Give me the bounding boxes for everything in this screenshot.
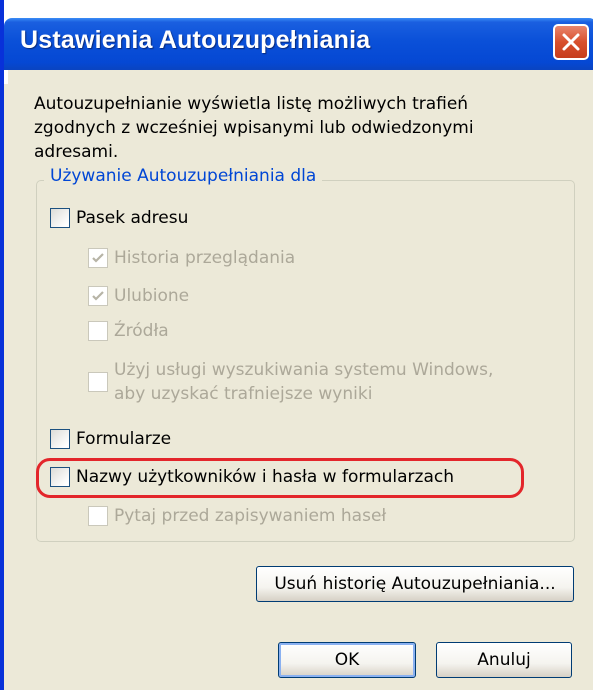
cancel-button[interactable]: Anuluj	[436, 642, 572, 678]
checkmark-icon	[92, 253, 104, 263]
option-browsing-history[interactable]: Historia przeglądania	[88, 245, 388, 271]
close-button[interactable]	[553, 24, 589, 60]
browsing-history-checkbox[interactable]	[88, 248, 108, 268]
windows-search-label-line2: aby uzyskać trafniejsze wyniki	[114, 384, 373, 404]
red-highlight-annotation	[36, 458, 524, 498]
feeds-checkbox[interactable]	[88, 321, 108, 341]
feeds-label: Źródła	[114, 321, 169, 341]
option-ask-before-saving[interactable]: Pytaj przed zapisywaniem haseł	[88, 503, 448, 529]
forms-label: Formularze	[76, 429, 172, 449]
checkmark-icon	[92, 291, 104, 301]
browsing-history-label: Historia przeglądania	[114, 248, 296, 268]
description-text: Autouzupełnianie wyświetla listę możliwy…	[34, 94, 474, 162]
windows-search-checkbox[interactable]	[88, 372, 108, 392]
option-windows-search[interactable]: Użyj usługi wyszukiwania systemu Windows…	[88, 358, 528, 408]
ok-button[interactable]: OK	[278, 642, 416, 678]
option-address-bar[interactable]: Pasek adresu	[50, 205, 350, 231]
option-favorites[interactable]: Ulubione	[88, 283, 288, 309]
ask-before-saving-label: Pytaj przed zapisywaniem haseł	[114, 506, 387, 526]
address-bar-checkbox[interactable]	[50, 208, 70, 228]
option-feeds[interactable]: Źródła	[88, 318, 288, 344]
window-title: Ustawienia Autouzupełniania	[20, 26, 371, 54]
windows-search-label-line1: Użyj usługi wyszukiwania systemu Windows…	[114, 360, 494, 380]
favorites-label: Ulubione	[114, 286, 190, 306]
option-forms[interactable]: Formularze	[50, 426, 250, 452]
address-bar-label: Pasek adresu	[76, 208, 189, 228]
forms-checkbox[interactable]	[50, 429, 70, 449]
favorites-checkbox[interactable]	[88, 286, 108, 306]
ask-before-saving-checkbox[interactable]	[88, 506, 108, 526]
delete-autocomplete-history-button[interactable]: Usuń historię Autouzupełniania...	[256, 566, 574, 602]
groupbox-legend: Używanie Autouzupełniania dla	[44, 166, 323, 186]
